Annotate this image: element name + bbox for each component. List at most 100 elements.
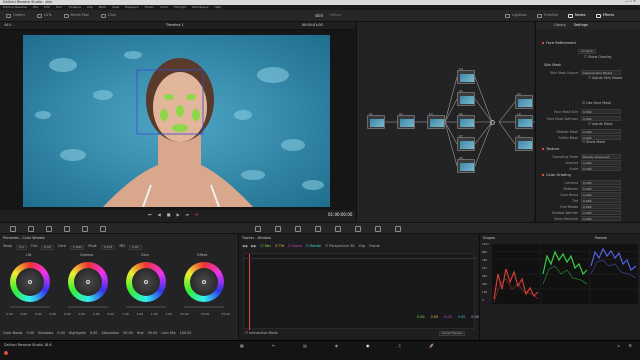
menu-item-mark[interactable]: Mark bbox=[99, 6, 106, 9]
temp-field[interactable]: 0.0 bbox=[16, 245, 27, 250]
fairlight-page-icon[interactable]: ♫ bbox=[398, 344, 402, 348]
node-01[interactable]: 01 bbox=[367, 112, 385, 129]
offset-wheel[interactable]: Offset 25.00 25.00 25.00 bbox=[176, 253, 232, 324]
sizing-icon[interactable] bbox=[375, 226, 381, 232]
lift-wheel[interactable]: Lift 0.00 0.00 0.00 0.00 bbox=[2, 253, 58, 324]
step-back-icon[interactable]: ◀ bbox=[158, 213, 161, 217]
gamma-wheel[interactable]: Gamma 0.00 0.00 0.00 0.00 bbox=[60, 253, 116, 324]
tracker-mode-select[interactable]: Clip bbox=[359, 244, 365, 248]
tab-library[interactable]: Library bbox=[554, 23, 566, 29]
cloud-tracker-select[interactable]: Cloud Tracker bbox=[439, 331, 466, 336]
offset-wheel-disc[interactable] bbox=[184, 262, 224, 302]
node-editor[interactable]: 01 02 03 04 05 06 07 08 09 10 11 bbox=[356, 22, 535, 222]
operating-mode-select[interactable]: Beauty Advanced bbox=[581, 154, 621, 159]
media-page-icon[interactable]: ▦ bbox=[240, 344, 244, 348]
hue-rotate-field[interactable]: 0.000 bbox=[581, 204, 621, 209]
3d-icon[interactable] bbox=[395, 226, 401, 232]
play-icon[interactable]: ▶ bbox=[176, 213, 179, 217]
menu-item-clip[interactable]: Clip bbox=[87, 6, 93, 9]
window-controls[interactable]: — ☐ ✕ bbox=[625, 0, 636, 3]
node-08[interactable]: 08 bbox=[457, 156, 475, 173]
face-mask-softness-field[interactable]: 0.000 bbox=[581, 116, 621, 121]
gain-puck[interactable] bbox=[144, 280, 148, 284]
rotate-checkbox[interactable]: ☑ Rotate bbox=[306, 244, 321, 248]
contrast-field[interactable]: 0.000 bbox=[581, 180, 621, 185]
node-09[interactable]: 09 bbox=[515, 92, 533, 109]
saturation-value[interactable]: 50.00 bbox=[123, 331, 133, 335]
menu-item-trim[interactable]: Trim bbox=[56, 6, 62, 9]
luts-button[interactable]: LUTs bbox=[37, 13, 52, 18]
color-boost-value[interactable]: 0.00 bbox=[27, 331, 35, 335]
menu-item-fusion[interactable]: Fusion bbox=[145, 6, 155, 9]
home-icon[interactable]: ⌂ bbox=[617, 344, 620, 348]
timeline-name[interactable]: Timeline 1 bbox=[166, 23, 184, 27]
gamma-puck[interactable] bbox=[86, 280, 90, 284]
color-page-icon[interactable]: ◉ bbox=[366, 344, 370, 348]
rgb-mixer-icon[interactable] bbox=[82, 226, 88, 232]
shadows-value[interactable]: 0.00 bbox=[57, 331, 65, 335]
pivot-field[interactable]: 0.435 bbox=[100, 245, 116, 250]
perspective-3d-checkbox[interactable]: ☑ Perspective 3D bbox=[325, 244, 355, 248]
scale-field[interactable]: 0.000 bbox=[581, 166, 621, 171]
zoom-checkbox[interactable]: ☑ Zoom bbox=[288, 244, 302, 248]
feather-mask-field[interactable]: 0.000 bbox=[581, 129, 621, 134]
md-field[interactable]: 0.00 bbox=[128, 245, 142, 250]
shine-removal-field[interactable]: 0.000 bbox=[581, 216, 621, 221]
gallery-button[interactable]: Gallery bbox=[6, 13, 25, 18]
tilt-checkbox[interactable]: ☑ Tilt bbox=[275, 244, 284, 248]
analyze-button[interactable]: Analyze bbox=[578, 49, 596, 54]
window-icon[interactable] bbox=[275, 226, 281, 232]
tracker-playhead[interactable] bbox=[249, 254, 250, 330]
node-04[interactable]: 04 bbox=[457, 67, 475, 84]
node-05[interactable]: 05 bbox=[457, 89, 475, 106]
track-forward-icon[interactable]: ▶▶ bbox=[251, 244, 256, 248]
highlights-value[interactable]: 0.00 bbox=[90, 331, 98, 335]
primaries-icon[interactable] bbox=[46, 226, 52, 232]
gamma-wheel-disc[interactable] bbox=[68, 262, 108, 302]
key-icon[interactable] bbox=[355, 226, 361, 232]
lightbox-button[interactable]: Lightbox bbox=[505, 13, 527, 18]
magic-mask-icon[interactable] bbox=[315, 226, 321, 232]
pan-checkbox[interactable]: ☑ Pan bbox=[260, 244, 270, 248]
menu-item-timeline[interactable]: Timeline bbox=[68, 6, 81, 9]
deliver-page-icon[interactable]: 🚀 bbox=[429, 344, 434, 348]
tracker-frame-select[interactable]: Frame bbox=[369, 244, 380, 248]
offset-master-slider[interactable] bbox=[184, 306, 224, 308]
tracker-icon[interactable] bbox=[295, 226, 301, 232]
clips-button[interactable]: Clips bbox=[100, 13, 116, 18]
lift-master-slider[interactable] bbox=[10, 306, 50, 308]
menu-item-file[interactable]: File bbox=[33, 6, 38, 9]
lift-puck[interactable] bbox=[28, 280, 32, 284]
show-overlay-checkbox[interactable]: ☐ Show Overlay bbox=[584, 55, 612, 59]
stop-icon[interactable]: ■ bbox=[167, 213, 171, 217]
loop-icon[interactable]: ⟳ bbox=[195, 213, 198, 217]
menu-item-edit[interactable]: Edit bbox=[44, 6, 50, 9]
cut-page-icon[interactable]: ✂ bbox=[272, 344, 275, 348]
node-07[interactable]: 07 bbox=[457, 134, 475, 151]
color-boost-field[interactable]: 0.000 bbox=[581, 192, 621, 197]
shadow-warmth-field[interactable]: 0.000 bbox=[581, 210, 621, 215]
show-mask-checkbox[interactable]: ☐ Show Mask bbox=[582, 140, 605, 144]
viewer[interactable] bbox=[0, 30, 355, 210]
node-02[interactable]: 02 bbox=[397, 112, 415, 129]
gain-wheel[interactable]: Gain 1.00 1.00 1.00 1.00 bbox=[118, 253, 174, 324]
gamma-master-slider[interactable] bbox=[68, 306, 108, 308]
zoom-level[interactable]: 46% bbox=[4, 23, 12, 27]
media-pool-button[interactable]: Media Pool bbox=[63, 13, 89, 18]
menu-item-color[interactable]: Color bbox=[160, 6, 168, 9]
mask-source-select[interactable]: Internal Skin Model bbox=[581, 70, 621, 75]
lum-mix-value[interactable]: 100.00 bbox=[180, 331, 192, 335]
face-mask-size-field[interactable]: 0.000 bbox=[581, 109, 621, 114]
gain-wheel-disc[interactable] bbox=[126, 262, 166, 302]
gain-master-slider[interactable] bbox=[126, 306, 166, 308]
nodes-button[interactable]: Nodes bbox=[568, 13, 586, 18]
skip-start-icon[interactable]: ⏮ bbox=[148, 213, 152, 217]
blur-icon[interactable] bbox=[335, 226, 341, 232]
menu-item-help[interactable]: Help bbox=[214, 6, 221, 9]
midtones-field[interactable]: 0.000 bbox=[581, 186, 621, 191]
node-03[interactable]: 03 bbox=[427, 112, 445, 129]
contrast-field[interactable]: 1.000 bbox=[69, 245, 85, 250]
qualifier-icon[interactable] bbox=[255, 226, 261, 232]
menu-item-davinci-resolve[interactable]: DaVinci Resolve bbox=[3, 6, 27, 9]
adjust-skin-model-checkbox[interactable]: ☐ Adjust Skin Model bbox=[588, 76, 622, 80]
